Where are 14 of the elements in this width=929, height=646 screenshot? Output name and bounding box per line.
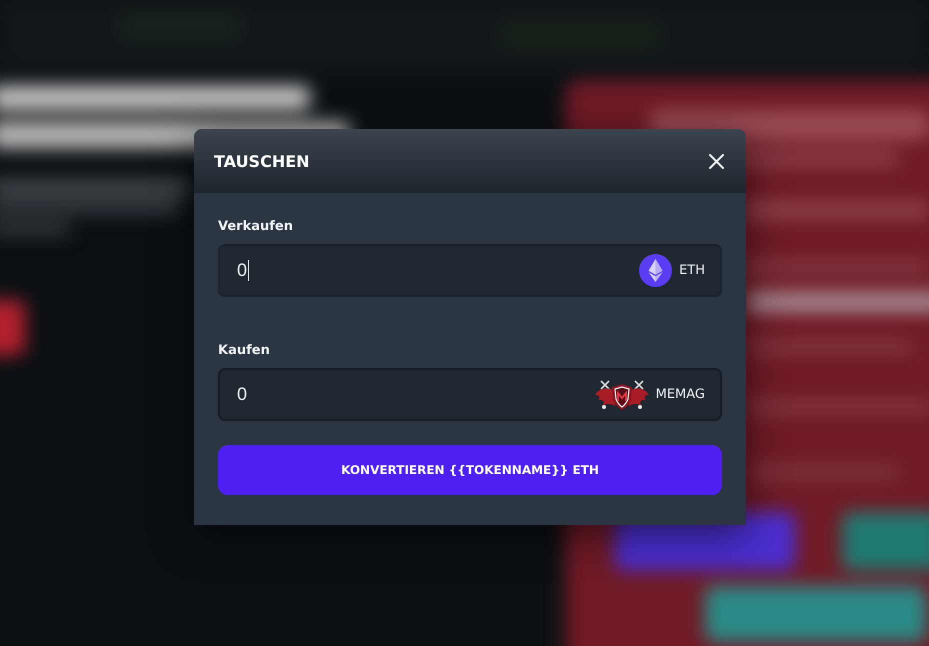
winged-shield-icon bbox=[594, 378, 649, 411]
amount-field[interactable]: 0 ETH bbox=[218, 244, 722, 297]
text-cursor bbox=[248, 260, 250, 281]
amount-value: 0 bbox=[237, 260, 248, 281]
close-icon[interactable] bbox=[709, 154, 724, 168]
convert-button[interactable]: KONVERTIEREN {{TOKENNAME}} ETH bbox=[218, 445, 722, 495]
field-label: Verkaufen bbox=[218, 219, 293, 235]
field-label: Kaufen bbox=[218, 343, 270, 359]
amount-value: 0 bbox=[237, 384, 248, 405]
diamond-coin-icon bbox=[639, 254, 672, 287]
token-symbol: MEMAG bbox=[656, 387, 705, 402]
amount-field[interactable]: 0 MEMAG bbox=[218, 368, 722, 421]
token-symbol: ETH bbox=[679, 263, 705, 278]
dialog-title: TAUSCHEN bbox=[214, 152, 310, 170]
